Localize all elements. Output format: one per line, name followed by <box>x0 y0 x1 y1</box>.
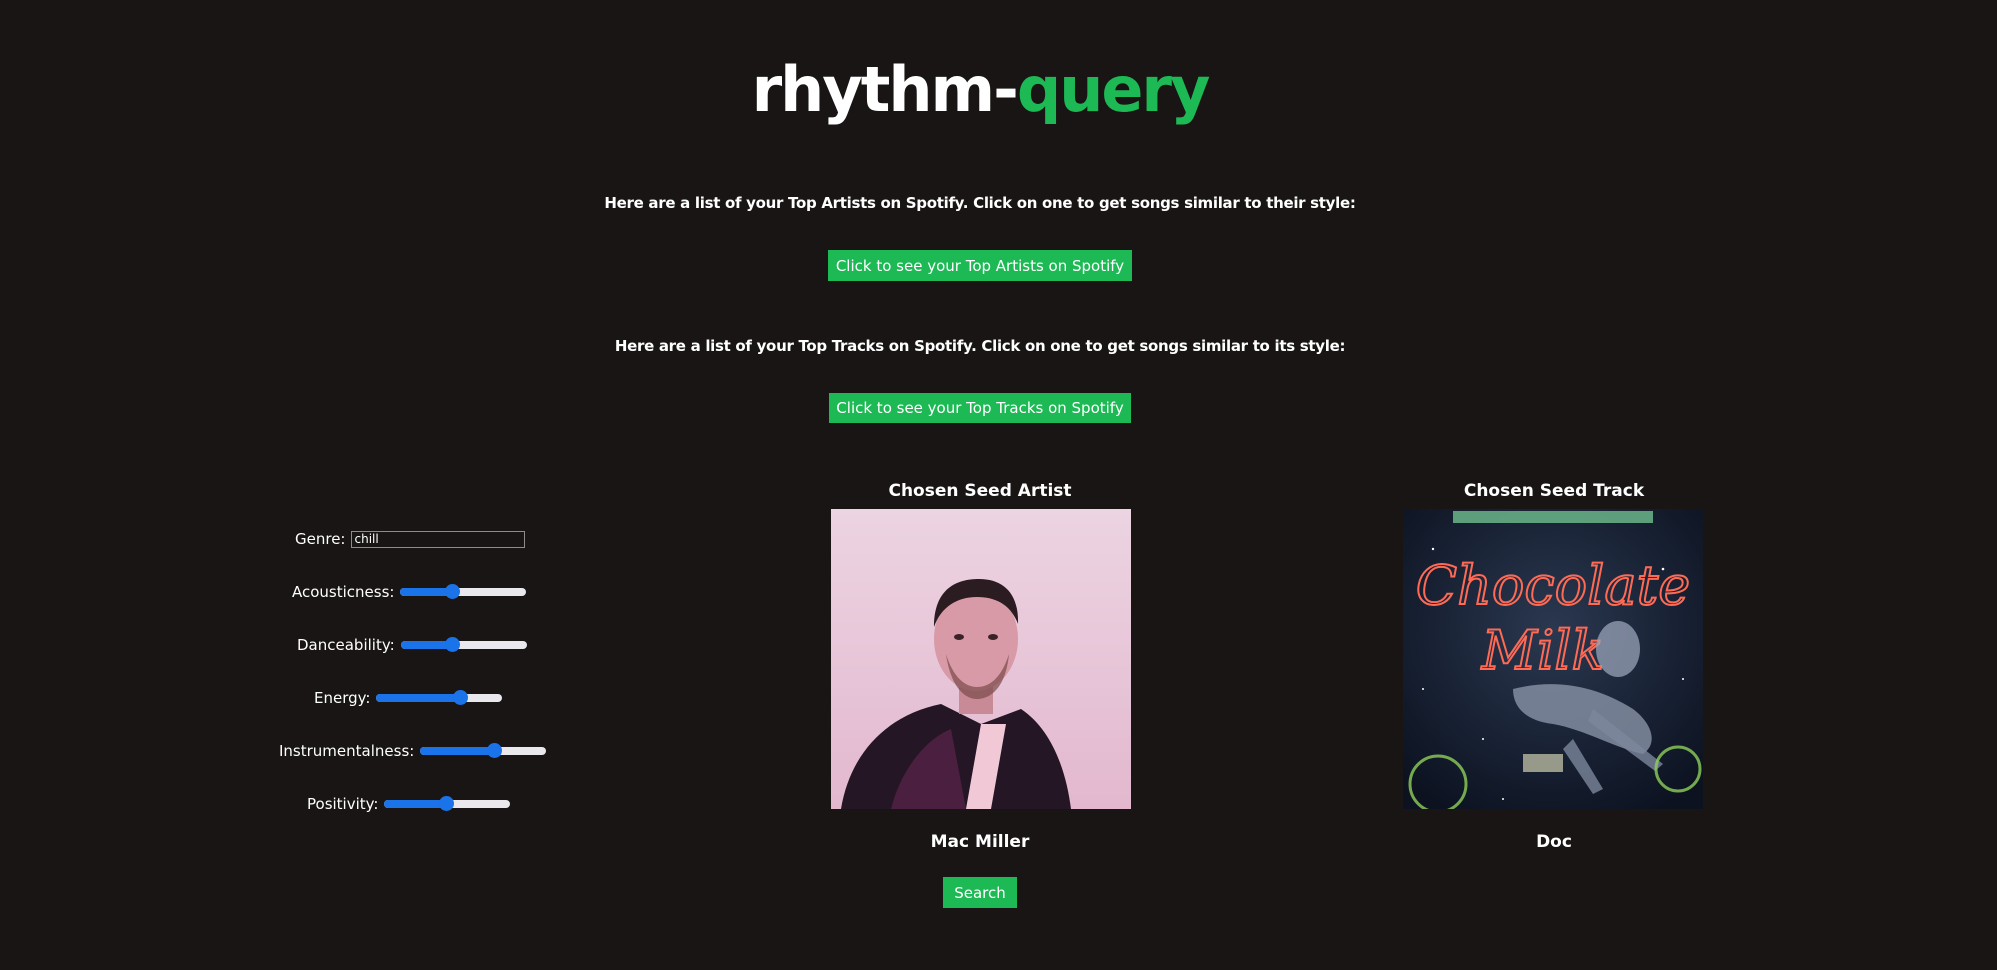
app-title: rhythm-query <box>0 44 1960 136</box>
title-accent: query <box>1016 53 1211 126</box>
energy-slider[interactable] <box>376 690 503 705</box>
slider-row-acousticness: Acousticness: <box>292 583 527 601</box>
page: rhythm-query Here are a list of your Top… <box>0 0 1997 970</box>
instrumentalness-slider[interactable] <box>420 743 547 758</box>
slider-thumb[interactable] <box>453 690 469 705</box>
seed-artist-name: Mac Miller <box>930 832 1030 852</box>
seed-track-heading: Chosen Seed Track <box>1463 481 1645 501</box>
title-main: rhythm- <box>751 53 1019 126</box>
slider-fill <box>384 800 447 808</box>
slider-label: Positivity: <box>307 795 379 813</box>
slider-thumb[interactable] <box>438 796 454 811</box>
acousticness-slider[interactable] <box>400 584 527 599</box>
genre-input[interactable] <box>351 530 526 548</box>
danceability-slider[interactable] <box>400 637 527 652</box>
top-tracks-info: Here are a list of your Top Tracks on Sp… <box>614 337 1346 355</box>
slider-row-danceability: Danceability: <box>297 636 527 654</box>
slider-thumb[interactable] <box>487 743 503 758</box>
slider-label: Acousticness: <box>292 583 395 601</box>
slider-label: Energy: <box>314 689 371 707</box>
genre-label: Genre: <box>295 530 346 548</box>
search-button[interactable]: Search <box>943 877 1017 908</box>
seed-track-name: Doc <box>1536 832 1572 852</box>
seed-artist-image[interactable] <box>831 509 1131 809</box>
genre-row: Genre: <box>295 530 526 548</box>
positivity-slider[interactable] <box>384 796 511 811</box>
seed-track-image[interactable]: Chocolate Milk <box>1403 509 1703 809</box>
slider-row-energy: Energy: <box>314 689 503 707</box>
slider-thumb[interactable] <box>444 584 460 599</box>
top-artists-info: Here are a list of your Top Artists on S… <box>604 194 1356 212</box>
slider-row-instrumentalness: Instrumentalness: <box>279 742 547 760</box>
cover-subtitle-text: Milk <box>1481 619 1605 682</box>
slider-row-positivity: Positivity: <box>307 795 511 813</box>
seed-artist-heading: Chosen Seed Artist <box>888 481 1072 501</box>
cover-title-text: Chocolate <box>1416 554 1690 617</box>
slider-fill <box>376 694 461 702</box>
slider-fill <box>420 747 495 755</box>
top-artists-button[interactable]: Click to see your Top Artists on Spotify <box>828 250 1132 281</box>
top-tracks-button[interactable]: Click to see your Top Tracks on Spotify <box>829 393 1131 423</box>
slider-thumb[interactable] <box>444 637 460 652</box>
slider-label: Danceability: <box>297 636 395 654</box>
slider-label: Instrumentalness: <box>279 742 415 760</box>
